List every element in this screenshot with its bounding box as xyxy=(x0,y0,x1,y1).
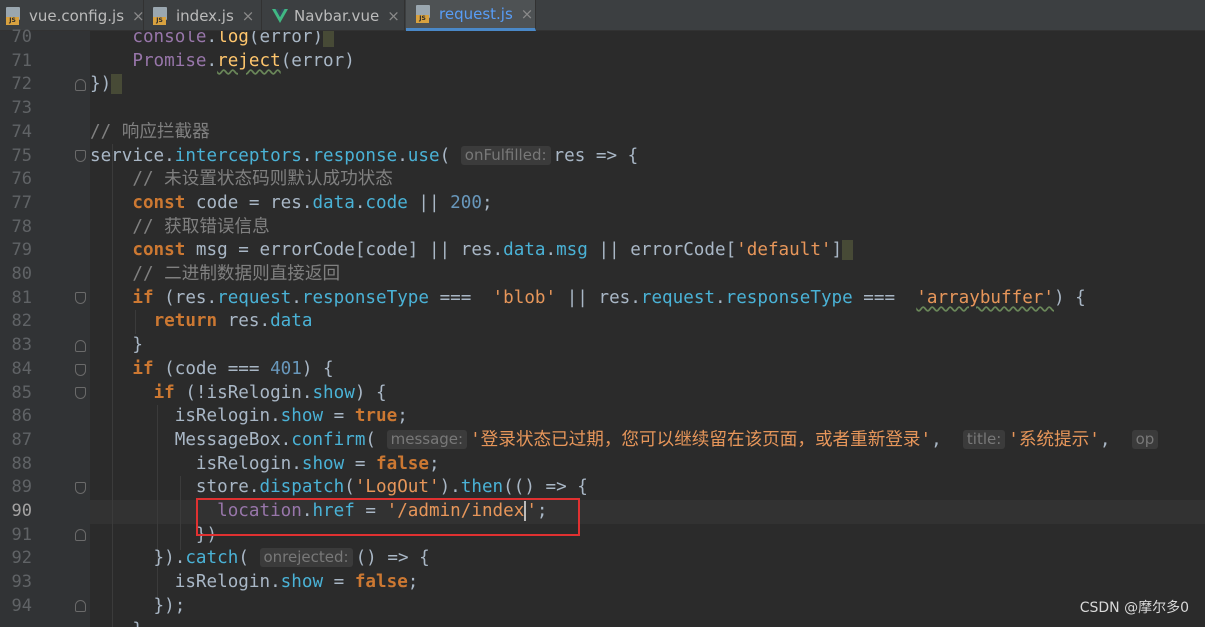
line-number: 85 xyxy=(11,382,32,403)
tab-navbar-vue[interactable]: Navbar.vue × xyxy=(263,0,405,31)
inlay-hint: message: xyxy=(386,429,468,449)
line-number: 89 xyxy=(11,477,32,498)
line-number: 88 xyxy=(11,453,32,474)
string-literal: 'default' xyxy=(736,240,832,261)
line-number-gutter[interactable]: 70 71 72 73 74 75 76 77 78 79 80 81 82 8… xyxy=(0,27,113,627)
line-number: 81 xyxy=(11,287,32,308)
code-line: Promise.reject(error) xyxy=(132,50,355,71)
code-line: isRelogin.show = false; xyxy=(90,453,440,474)
tab-label: vue.config.js xyxy=(29,6,125,25)
code-line: }); xyxy=(90,595,186,616)
code-line: }) xyxy=(90,73,122,97)
close-tab-icon[interactable]: × xyxy=(521,5,534,23)
inlay-hint: op xyxy=(1131,429,1159,449)
code-line: if (res.request.responseType === 'blob' … xyxy=(132,287,1086,308)
line-number: 83 xyxy=(11,335,32,356)
code-line: isRelogin.show = true; xyxy=(90,406,408,427)
line-number: 84 xyxy=(11,358,32,379)
close-tab-icon[interactable]: × xyxy=(242,7,255,25)
fold-start-icon[interactable] xyxy=(75,482,86,494)
line-number: 91 xyxy=(11,524,32,545)
line-number: 78 xyxy=(11,216,32,237)
number-literal: 401 xyxy=(270,358,302,379)
fold-start-icon[interactable] xyxy=(75,364,86,376)
string-literal: 'arraybuffer' xyxy=(916,287,1054,308)
code-line: // 获取错误信息 xyxy=(90,216,270,240)
code-line: } xyxy=(90,335,143,356)
js-file-icon: JS xyxy=(153,6,171,25)
string-literal: '系统提示' xyxy=(1008,429,1100,450)
inlay-hint: title: xyxy=(962,429,1006,449)
line-number: 71 xyxy=(11,50,32,71)
fold-start-icon[interactable] xyxy=(75,387,86,399)
editor-tab-bar: JS vue.config.js × JS index.js × Navbar.… xyxy=(0,0,1205,31)
line-number-current: 90 xyxy=(11,501,32,521)
line-number: 92 xyxy=(11,548,32,569)
line-number: 75 xyxy=(11,145,32,166)
code-line: MessageBox.confirm( message: '登录状态已过期，您可以… xyxy=(90,429,1161,453)
tab-label: request.js xyxy=(439,5,513,23)
watermark: CSDN @摩尔多0 xyxy=(1079,600,1189,616)
code-line: // 未设置状态码则默认成功状态 xyxy=(90,168,393,192)
code-line: }).catch( onrejected:() => { xyxy=(90,548,430,569)
inlay-hint: onFulfilled: xyxy=(460,145,551,165)
fold-end-icon[interactable] xyxy=(75,79,86,91)
code-line: // 二进制数据则直接返回 xyxy=(90,263,340,287)
code-line: const msg = errorCode[code] || res.data.… xyxy=(90,239,853,263)
tab-label: Navbar.vue xyxy=(294,6,380,25)
code-comment: // 获取错误信息 xyxy=(132,216,270,237)
js-file-icon: JS xyxy=(6,6,24,25)
code-line: const code = res.data.code || 200; xyxy=(132,192,493,213)
close-tab-icon[interactable]: × xyxy=(387,7,400,25)
code-line: // 响应拦截器 xyxy=(90,121,210,145)
code-line: if (!isRelogin.show) { xyxy=(153,382,387,403)
code-line: store.dispatch('LogOut').then(() => { xyxy=(90,477,588,498)
fold-end-icon[interactable] xyxy=(75,529,86,541)
line-number: 72 xyxy=(11,74,32,95)
string-literal: 'LogOut' xyxy=(354,477,440,498)
line-number: 73 xyxy=(11,98,32,119)
line-number: 74 xyxy=(11,121,32,142)
line-number: 86 xyxy=(11,406,32,427)
string-literal: '登录状态已过期，您可以继续留在该页面，或者重新登录' xyxy=(470,429,932,450)
string-literal: 'blob' xyxy=(492,287,557,308)
vue-file-icon xyxy=(272,8,288,23)
line-number: 93 xyxy=(11,572,32,593)
inlay-hint: onrejected: xyxy=(259,548,353,568)
fold-end-icon[interactable] xyxy=(75,600,86,612)
tab-label: index.js xyxy=(176,6,234,25)
number-literal: 200 xyxy=(450,192,482,213)
fold-start-icon[interactable] xyxy=(75,292,86,304)
line-number: 80 xyxy=(11,264,32,284)
highlight-annotation-box xyxy=(196,498,580,536)
line-number: 87 xyxy=(11,429,32,450)
tab-request-js[interactable]: JS request.js × xyxy=(406,0,536,31)
code-comment: // 未设置状态码则默认成功状态 xyxy=(132,169,393,190)
code-comment: // 响应拦截器 xyxy=(90,121,210,142)
code-line: console.log(error) xyxy=(90,31,334,50)
line-number: 94 xyxy=(11,595,32,616)
line-number: 79 xyxy=(11,240,32,261)
code-line: if (code === 401) { xyxy=(132,358,334,379)
line-number: 76 xyxy=(11,169,32,190)
code-line: return res.data xyxy=(153,311,313,332)
code-line: isRelogin.show = false; xyxy=(90,572,419,593)
code-comment: // 二进制数据则直接返回 xyxy=(132,264,341,284)
code-line: service.interceptors.response.use( onFul… xyxy=(90,145,639,166)
fold-end-icon[interactable] xyxy=(75,340,86,352)
code-line: } xyxy=(90,619,143,627)
tab-index-js[interactable]: JS index.js × xyxy=(145,0,262,31)
close-tab-icon[interactable]: × xyxy=(132,7,145,25)
code-editor[interactable]: console.log(error) Promise.reject(error)… xyxy=(90,31,1205,627)
line-number: 70 xyxy=(11,27,32,47)
line-number: 77 xyxy=(11,192,32,213)
fold-start-icon[interactable] xyxy=(75,150,86,162)
js-file-icon: JS xyxy=(416,5,434,23)
line-number: 82 xyxy=(11,311,32,332)
